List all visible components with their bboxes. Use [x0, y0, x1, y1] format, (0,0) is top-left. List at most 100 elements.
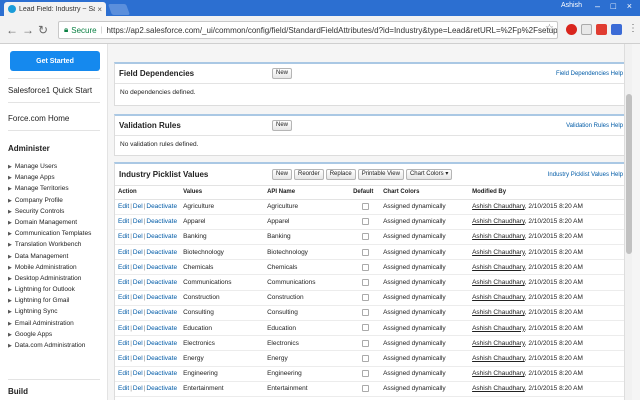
expand-arrow-icon[interactable]: ▶ — [8, 287, 12, 293]
delete-link[interactable]: Del — [133, 340, 143, 347]
expand-arrow-icon[interactable]: ▶ — [8, 209, 12, 215]
modified-user-link[interactable]: Ashish Chaudhary — [472, 203, 525, 210]
sidebar-item[interactable]: ▶ Manage Territories — [8, 183, 106, 194]
back-arrow-icon[interactable]: ← — [6, 23, 18, 37]
expand-arrow-icon[interactable]: ▶ — [8, 298, 12, 304]
browser-tab[interactable]: Lead Field: Industry ~ Sal × — [4, 2, 106, 16]
modified-user-link[interactable]: Ashish Chaudhary — [472, 355, 525, 362]
expand-arrow-icon[interactable]: ▶ — [8, 332, 12, 338]
sidebar-link-force-home[interactable]: Force.com Home — [8, 114, 69, 123]
sidebar-item[interactable]: ▶ Mobile Administration — [8, 262, 106, 273]
modified-user-link[interactable]: Ashish Chaudhary — [472, 325, 525, 332]
sidebar-item[interactable]: ▶ Data.com Administration — [8, 340, 106, 351]
deactivate-link[interactable]: Deactivate — [146, 203, 177, 210]
deactivate-link[interactable]: Deactivate — [146, 385, 177, 392]
delete-link[interactable]: Del — [133, 264, 143, 271]
deactivate-link[interactable]: Deactivate — [146, 233, 177, 240]
edit-link[interactable]: Edit — [118, 355, 129, 362]
chart-colors-select[interactable]: Chart Colors ▾ — [405, 169, 453, 180]
modified-user-link[interactable]: Ashish Chaudhary — [472, 233, 525, 240]
deactivate-link[interactable]: Deactivate — [146, 249, 177, 256]
modified-user-link[interactable]: Ashish Chaudhary — [472, 294, 525, 301]
deactivate-link[interactable]: Deactivate — [146, 325, 177, 332]
sidebar-item[interactable]: ▶ Email Administration — [8, 318, 106, 329]
edit-link[interactable]: Edit — [118, 340, 129, 347]
modified-user-link[interactable]: Ashish Chaudhary — [472, 279, 525, 286]
sidebar-item[interactable]: ▶ Security Controls — [8, 206, 106, 217]
edit-link[interactable]: Edit — [118, 264, 129, 271]
deactivate-link[interactable]: Deactivate — [146, 355, 177, 362]
page-scrollbar[interactable] — [624, 44, 632, 400]
expand-arrow-icon[interactable]: ▶ — [8, 321, 12, 327]
deactivate-link[interactable]: Deactivate — [146, 218, 177, 225]
edit-link[interactable]: Edit — [118, 325, 129, 332]
expand-arrow-icon[interactable]: ▶ — [8, 231, 12, 237]
modified-user-link[interactable]: Ashish Chaudhary — [472, 309, 525, 316]
expand-arrow-icon[interactable]: ▶ — [8, 242, 12, 248]
sidebar-item[interactable]: ▶ Translation Workbench — [8, 239, 106, 250]
extension-icon[interactable] — [581, 24, 592, 35]
deactivate-link[interactable]: Deactivate — [146, 340, 177, 347]
delete-link[interactable]: Del — [133, 385, 143, 392]
deactivate-link[interactable]: Deactivate — [146, 264, 177, 271]
edit-link[interactable]: Edit — [118, 203, 129, 210]
modified-user-link[interactable]: Ashish Chaudhary — [472, 264, 525, 271]
sidebar-item[interactable]: ▶ Data Management — [8, 251, 106, 262]
expand-arrow-icon[interactable]: ▶ — [8, 198, 12, 204]
expand-arrow-icon[interactable]: ▶ — [8, 175, 12, 181]
modified-user-link[interactable]: Ashish Chaudhary — [472, 249, 525, 256]
delete-link[interactable]: Del — [133, 370, 143, 377]
delete-link[interactable]: Del — [133, 233, 143, 240]
get-started-button[interactable]: Get Started — [10, 51, 100, 71]
new-value-button[interactable]: New — [272, 169, 293, 180]
expand-arrow-icon[interactable]: ▶ — [8, 254, 12, 260]
reload-icon[interactable]: ↻ — [38, 23, 48, 37]
edit-link[interactable]: Edit — [118, 309, 129, 316]
edit-link[interactable]: Edit — [118, 370, 129, 377]
modified-user-link[interactable]: Ashish Chaudhary — [472, 370, 525, 377]
sidebar-item[interactable]: ▶ Company Profile — [8, 195, 106, 206]
sidebar-item[interactable]: ▶ Lightning for Gmail — [8, 295, 106, 306]
forward-arrow-icon[interactable]: → — [22, 23, 34, 37]
url-bar[interactable]: 🔒︎ Secure | https://ap2.salesforce.com/_… — [58, 21, 558, 39]
deactivate-link[interactable]: Deactivate — [146, 279, 177, 286]
edit-link[interactable]: Edit — [118, 385, 129, 392]
reorder-button[interactable]: Reorder — [294, 169, 324, 180]
field-dependencies-help-link[interactable]: Field Dependencies Help — [556, 71, 623, 77]
edit-link[interactable]: Edit — [118, 249, 129, 256]
expand-arrow-icon[interactable]: ▶ — [8, 164, 12, 170]
new-tab-button[interactable] — [107, 4, 131, 15]
scrollbar-thumb[interactable] — [626, 94, 632, 254]
edit-link[interactable]: Edit — [118, 218, 129, 225]
sidebar-item[interactable]: ▶ Desktop Administration — [8, 273, 106, 284]
sidebar-item[interactable]: ▶ Manage Apps — [8, 172, 106, 183]
window-close-icon[interactable]: × — [627, 1, 632, 11]
expand-arrow-icon[interactable]: ▶ — [8, 265, 12, 271]
opera-extension-icon[interactable] — [566, 24, 577, 35]
edit-link[interactable]: Edit — [118, 279, 129, 286]
delete-link[interactable]: Del — [133, 355, 143, 362]
expand-arrow-icon[interactable]: ▶ — [8, 276, 12, 282]
sidebar-item[interactable]: ▶ Communication Templates — [8, 228, 106, 239]
expand-arrow-icon[interactable]: ▶ — [8, 220, 12, 226]
delete-link[interactable]: Del — [133, 218, 143, 225]
extension-icon[interactable] — [596, 24, 607, 35]
delete-link[interactable]: Del — [133, 279, 143, 286]
maximize-icon[interactable]: □ — [611, 1, 616, 11]
expand-arrow-icon[interactable]: ▶ — [8, 343, 12, 349]
modified-user-link[interactable]: Ashish Chaudhary — [472, 385, 525, 392]
extension-icon[interactable] — [611, 24, 622, 35]
modified-user-link[interactable]: Ashish Chaudhary — [472, 218, 525, 225]
modified-user-link[interactable]: Ashish Chaudhary — [472, 340, 525, 347]
browser-profile-name[interactable]: Ashish — [561, 2, 582, 9]
expand-arrow-icon[interactable]: ▶ — [8, 309, 12, 315]
new-validation-rule-button[interactable]: New — [272, 120, 293, 131]
sidebar-item[interactable]: ▶ Google Apps — [8, 329, 106, 340]
new-dependency-button[interactable]: New — [272, 68, 293, 79]
sidebar-item[interactable]: ▶ Lightning for Outlook — [8, 284, 106, 295]
validation-rules-help-link[interactable]: Validation Rules Help — [566, 123, 623, 129]
expand-arrow-icon[interactable]: ▶ — [8, 186, 12, 192]
deactivate-link[interactable]: Deactivate — [146, 294, 177, 301]
deactivate-link[interactable]: Deactivate — [146, 370, 177, 377]
delete-link[interactable]: Del — [133, 249, 143, 256]
